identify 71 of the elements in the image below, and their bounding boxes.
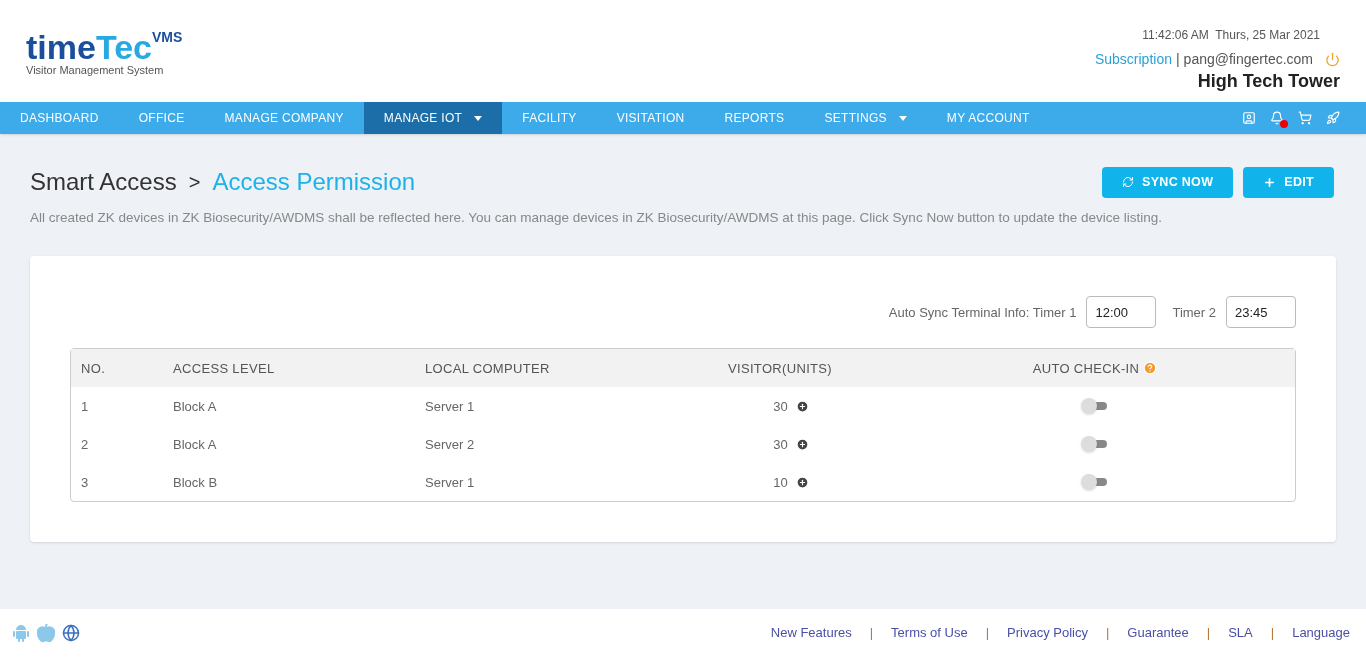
nav-tab[interactable]: FACILITY bbox=[502, 102, 597, 134]
cart-icon[interactable] bbox=[1298, 111, 1312, 125]
sync-button[interactable]: SYNC NOW bbox=[1102, 166, 1234, 198]
toggle-switch[interactable] bbox=[1081, 474, 1109, 491]
column-header: NO. bbox=[81, 360, 106, 376]
table-cell-text: Server 1 bbox=[424, 473, 475, 492]
column-header: AUTO CHECK-IN bbox=[1032, 359, 1140, 378]
nav-tab[interactable]: MANAGE COMPANY bbox=[204, 102, 364, 134]
table-cell-text: 2 bbox=[80, 435, 89, 454]
footer-link[interactable]: Privacy Policy bbox=[1007, 623, 1088, 643]
rocket-icon[interactable] bbox=[1326, 111, 1340, 125]
logo-text: VMS bbox=[152, 30, 183, 45]
add-icon[interactable] bbox=[795, 437, 809, 451]
separator-text: | bbox=[869, 624, 874, 643]
breadcrumb-separator: > bbox=[188, 170, 201, 195]
footer-link[interactable]: SLA bbox=[1228, 623, 1253, 643]
date-time: 11:42:06 AM Thurs, 25 Mar 2021 bbox=[1142, 27, 1320, 44]
nav-tab[interactable]: MANAGE IOT bbox=[363, 102, 503, 134]
toggle-switch[interactable] bbox=[1081, 398, 1109, 415]
timer-field[interactable]: 23:45 bbox=[1226, 296, 1296, 329]
table-cell-text: Block B bbox=[172, 473, 218, 492]
user-email: pang@fingertec.com bbox=[1183, 50, 1313, 69]
timer-label: Timer 2 bbox=[1172, 303, 1216, 322]
power-icon[interactable] bbox=[1325, 52, 1340, 67]
table-cell-text: 1 bbox=[80, 397, 89, 416]
column-header: LOCAL COMPUTER bbox=[425, 360, 550, 376]
auto-sync-label: Auto Sync Terminal Info: Timer 1 bbox=[888, 303, 1077, 322]
table-cell-text: Block A bbox=[172, 435, 217, 454]
separator-text: | bbox=[1175, 50, 1180, 69]
subscription-link[interactable]: Subscription bbox=[1094, 49, 1172, 70]
contact-card-icon[interactable] bbox=[1242, 111, 1256, 125]
timer-field[interactable]: 12:00 bbox=[1086, 296, 1157, 329]
separator-text: | bbox=[1270, 624, 1275, 643]
globe-icon[interactable] bbox=[62, 624, 80, 642]
footer-link[interactable]: Language bbox=[1292, 623, 1350, 643]
add-icon[interactable] bbox=[795, 475, 809, 489]
table-cell-text: Server 2 bbox=[424, 435, 475, 454]
table-cell-text: 3 bbox=[80, 473, 89, 492]
apple-icon[interactable] bbox=[36, 623, 56, 643]
separator-text: | bbox=[1206, 624, 1211, 643]
table-cell-text: 30 bbox=[773, 435, 788, 454]
nav-tab[interactable]: MY ACCOUNT bbox=[926, 102, 1050, 134]
separator-text: | bbox=[1105, 624, 1110, 643]
separator-text: | bbox=[985, 624, 990, 643]
refresh-icon bbox=[1122, 176, 1134, 188]
nav-tab[interactable]: VISITATION bbox=[596, 102, 705, 134]
page-title: Access Permission bbox=[212, 167, 416, 197]
table-cell-text: 10 bbox=[773, 473, 788, 492]
column-header: VISITOR(UNITS) bbox=[728, 359, 832, 378]
add-icon[interactable] bbox=[795, 399, 809, 413]
building-name: High Tech Tower bbox=[1197, 70, 1340, 93]
table-cell-text: Block A bbox=[172, 397, 217, 416]
footer-link[interactable]: Terms of Use bbox=[891, 623, 968, 643]
footer-link[interactable]: Guarantee bbox=[1127, 623, 1189, 643]
toggle-switch[interactable] bbox=[1081, 436, 1109, 453]
nav-tab[interactable]: DASHBOARD bbox=[0, 102, 119, 134]
logo-text: Tec bbox=[95, 30, 152, 65]
nav-tab[interactable]: SETTINGS bbox=[804, 102, 927, 134]
footer-link[interactable]: New Features bbox=[770, 623, 852, 643]
plus-icon bbox=[1263, 175, 1277, 189]
description-text: All created ZK devices in ZK Biosecurity/AWDMS shall be reflected here. You can manage devices in ZK Biosecurity/AWDMS at this page. Click Sync Now button to update the device listing. bbox=[30, 209, 1164, 227]
help-icon[interactable] bbox=[1143, 361, 1158, 376]
nav-tab[interactable]: OFFICE bbox=[118, 102, 205, 134]
breadcrumb-parent[interactable]: Smart Access bbox=[30, 164, 177, 200]
table-cell-text: Server 1 bbox=[424, 397, 475, 416]
nav-tab[interactable]: REPORTS bbox=[704, 102, 805, 134]
logo-text: time bbox=[26, 30, 96, 65]
column-header: ACCESS LEVEL bbox=[173, 360, 275, 376]
table-cell-text: 30 bbox=[773, 397, 788, 416]
logo-tagline: Visitor Management System bbox=[26, 64, 165, 78]
edit-button[interactable]: EDIT bbox=[1243, 166, 1334, 198]
